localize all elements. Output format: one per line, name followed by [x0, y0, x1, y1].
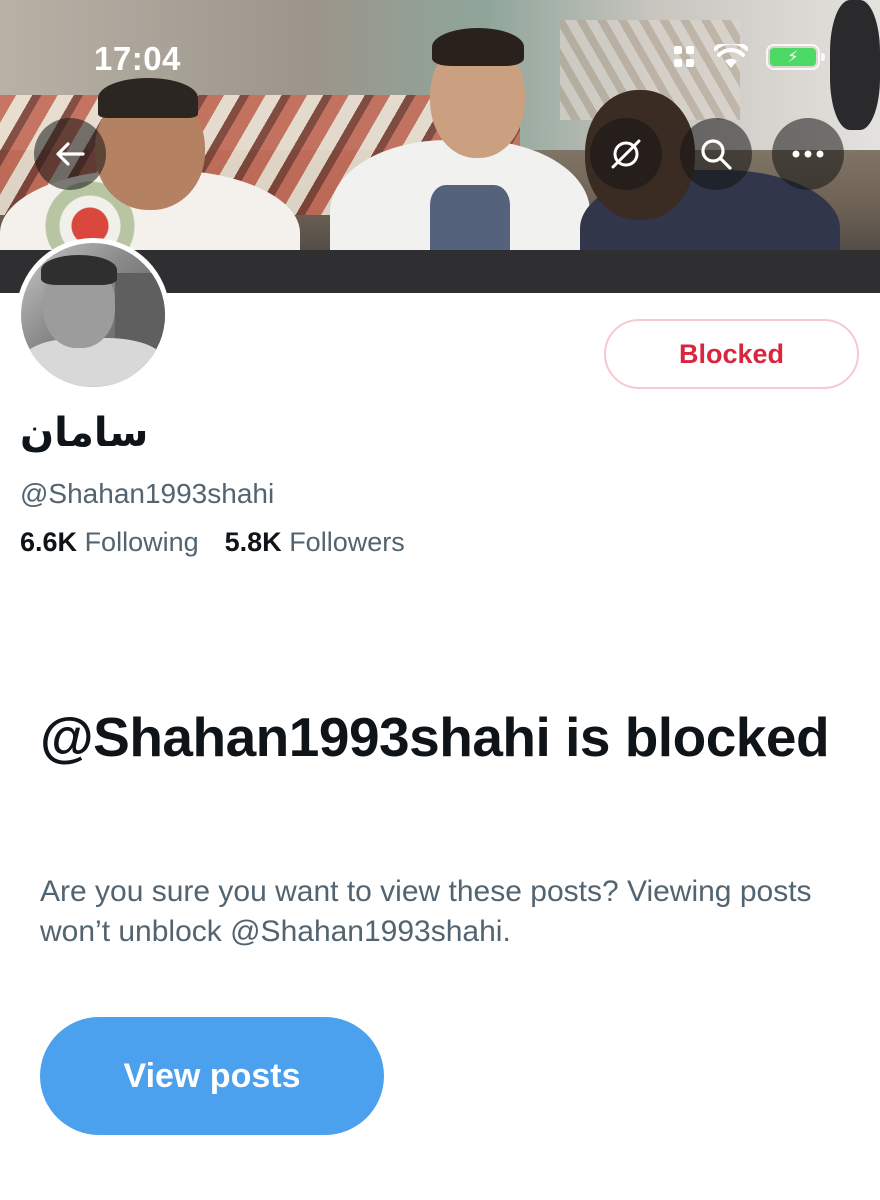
following-count: 6.6K: [20, 527, 78, 557]
banner-person-left-cap: [98, 78, 198, 118]
avatar[interactable]: [16, 238, 170, 392]
search-button[interactable]: [680, 118, 752, 190]
status-bar-icons: ⚡: [674, 44, 825, 70]
followers-label: Followers: [289, 527, 405, 557]
grok-button[interactable]: [590, 118, 662, 190]
blocked-notice-description: Are you sure you want to view these post…: [40, 875, 812, 948]
battery-charging-icon: ⚡: [766, 44, 825, 70]
banner-person-middle-hair: [432, 28, 524, 66]
banner-person-far-right: [830, 0, 880, 130]
profile-stats: 6.6K Following 5.8K Followers: [20, 527, 405, 558]
status-bar-time: 17:04: [94, 40, 181, 77]
grok-icon: [611, 139, 641, 169]
following-stat[interactable]: 6.6K Following: [20, 527, 199, 558]
search-icon: [701, 139, 732, 170]
arrow-left-icon: [56, 142, 85, 166]
more-icon: [792, 150, 824, 158]
back-button[interactable]: [34, 118, 106, 190]
more-button[interactable]: [772, 118, 844, 190]
user-handle: @Shahan1993shahi: [20, 478, 275, 509]
display-name: سامان: [20, 410, 149, 456]
wifi-icon: [714, 44, 748, 68]
followers-count: 5.8K: [224, 527, 282, 557]
following-label: Following: [84, 527, 199, 557]
blocked-button[interactable]: Blocked: [604, 319, 859, 389]
cellular-icon: [674, 46, 696, 68]
blocked-notice-title: @Shahan1993shahi is blocked: [40, 706, 830, 768]
avatar-image: [21, 243, 165, 387]
followers-stat[interactable]: 5.8K Followers: [225, 527, 405, 558]
view-posts-button[interactable]: View posts: [40, 1017, 384, 1135]
